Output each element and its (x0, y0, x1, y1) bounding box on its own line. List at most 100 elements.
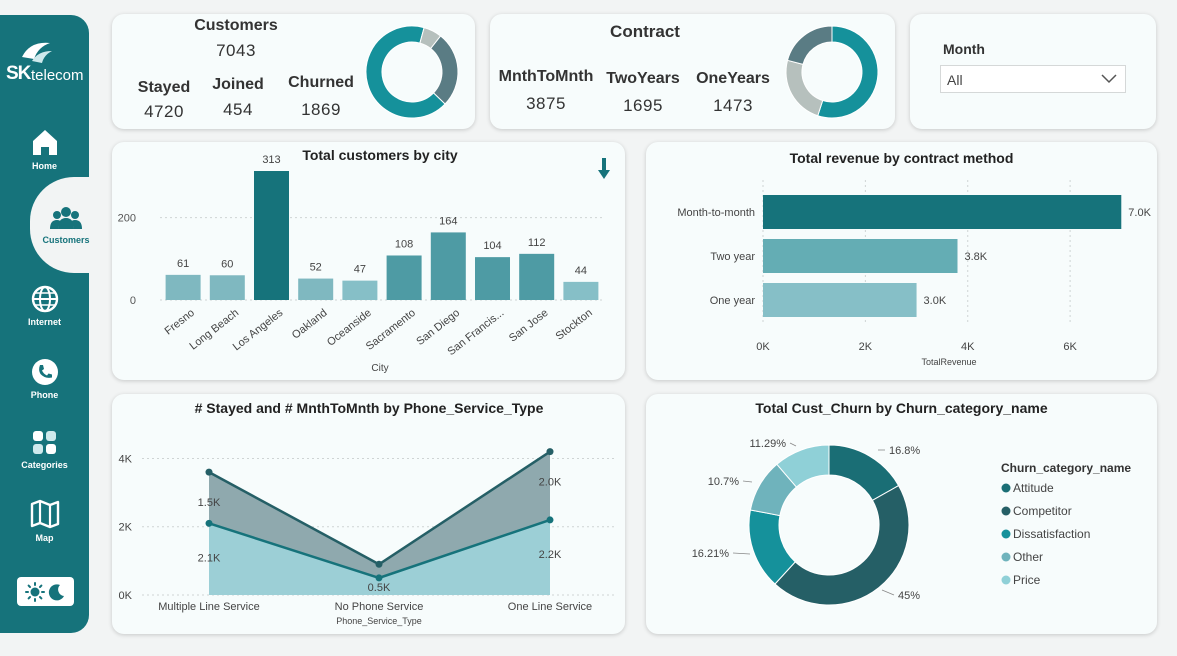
nav-map[interactable]: Map (0, 499, 89, 543)
series-2-value-label: 0.5K (368, 582, 391, 594)
bar-value-label: 3.0K (924, 295, 947, 307)
city-bar[interactable] (209, 275, 245, 300)
city-bar[interactable] (386, 255, 422, 300)
x-tick-label: Oakland (290, 307, 330, 342)
series-1-point[interactable] (375, 560, 383, 568)
joined-value: 454 (223, 100, 253, 119)
legend-title: Churn_category_name (1001, 461, 1131, 475)
y-tick-label: 0 (130, 295, 136, 307)
series-2-point[interactable] (205, 519, 213, 527)
x-tick-label: Fresno (163, 307, 197, 338)
city-bar[interactable] (475, 257, 510, 300)
stayed-label: Stayed (137, 79, 191, 96)
bar-value-label: 164 (439, 215, 457, 227)
month-slicer-label: Month (943, 41, 985, 57)
city-bar[interactable] (563, 281, 599, 300)
chevron-down-icon (1101, 74, 1117, 84)
bar-value-label: 3.8K (965, 251, 988, 263)
x-tick-label: San Jose (507, 307, 551, 345)
y-tick-label: 2K (119, 522, 133, 534)
city-bar[interactable] (430, 232, 466, 300)
one-years-label: OneYears (696, 70, 770, 87)
month-dropdown[interactable]: All (940, 65, 1126, 93)
city-bar[interactable] (165, 274, 201, 300)
y-tick-label: 4K (119, 453, 133, 465)
series-1-value-label: 2.0K (539, 477, 562, 489)
legend-marker (1001, 506, 1011, 516)
city-bar[interactable] (298, 278, 334, 300)
slice-value-label: 11.29% (750, 438, 787, 450)
y-tick-label: One year (710, 295, 756, 307)
x-axis-title: City (371, 363, 388, 374)
phone-area-chart: 0K 2K 4K 1.5K 2.0K 2.1K 0.5K 2.2K Multiple Line … (119, 448, 617, 626)
x-tick-label: Multiple Line Service (158, 601, 260, 613)
customers-title: Customers (194, 17, 278, 34)
series-1-value-label: 1.5K (198, 497, 221, 509)
churned-value: 1869 (301, 100, 341, 119)
legend-label[interactable]: Dissatisfaction (1013, 527, 1090, 541)
joined-label: Joined (212, 76, 264, 93)
city-bar[interactable] (254, 171, 289, 300)
y-tick-label: 0K (119, 590, 133, 602)
slice-value-label: 45% (898, 590, 920, 602)
series-1-point[interactable] (205, 468, 213, 476)
x-tick-label: Stockton (554, 307, 595, 343)
nav-categories[interactable]: Categories (0, 430, 89, 470)
month-dropdown-value: All (947, 72, 963, 88)
legend-label[interactable]: Attitude (1013, 481, 1054, 495)
legend-label[interactable]: Other (1013, 550, 1043, 564)
y-tick-label: 200 (118, 213, 136, 225)
legend-label[interactable]: Competitor (1013, 504, 1072, 518)
revenue-bar-chart: 0K 2K 4K 6K Month-to-month 7.0K Two year 3.8K On… (677, 180, 1152, 367)
x-tick-label: 0K (756, 341, 770, 353)
city-bar-chart: 020061Fresno60Long Beach313Los Angeles52… (118, 154, 602, 374)
churn-donut-chart: 16.8% 45% 16.21% 10.7% 11.29% Churn_category_… (692, 438, 1131, 606)
x-tick-label: 2K (859, 341, 873, 353)
leader-line (742, 480, 753, 483)
nav-internet[interactable]: Internet (0, 285, 89, 327)
theme-toggle[interactable] (17, 577, 74, 606)
customers-donut-slice[interactable] (429, 35, 459, 105)
x-tick-label: Sacramento (364, 307, 418, 353)
slice-value-label: 16.8% (889, 445, 920, 457)
churn-donut-slice[interactable] (774, 484, 910, 606)
legend-marker (1001, 483, 1011, 493)
contract-title: Contract (610, 22, 680, 41)
contract-kpi-card: Contract MnthToMnth 3875 TwoYears 1695 O… (490, 14, 895, 129)
legend-marker (1001, 552, 1011, 562)
home-icon (32, 130, 57, 155)
city-bar[interactable] (342, 280, 378, 300)
phone-icon (31, 359, 58, 385)
nav-home[interactable]: Home (0, 127, 89, 171)
bar-value-label: 313 (262, 154, 280, 166)
revenue-bar[interactable] (763, 283, 917, 317)
stayed-value: 4720 (144, 102, 184, 121)
bar-value-label: 7.0K (1128, 207, 1151, 219)
series-1-point[interactable] (546, 448, 554, 456)
contract-donut-slice[interactable] (786, 25, 833, 65)
customers-donut-chart (365, 25, 459, 119)
customers-total: 7043 (216, 41, 256, 60)
nav-customers[interactable]: Customers (30, 177, 102, 273)
sk-telecom-logo: SK telecom (4, 39, 86, 89)
nav-phone[interactable]: Phone (0, 358, 89, 400)
contract-donut-chart (785, 25, 879, 119)
moon-icon (49, 583, 65, 600)
churn-chart-card: Total Cust_Churn by Churn_category_name … (646, 394, 1157, 634)
legend-label[interactable]: Price (1013, 573, 1041, 587)
series-2-point[interactable] (375, 574, 383, 582)
revenue-bar[interactable] (763, 195, 1122, 229)
slice-value-label: 10.7% (708, 476, 739, 488)
series-2-point[interactable] (546, 516, 554, 524)
bar-value-label: 112 (528, 237, 546, 249)
city-bar[interactable] (519, 253, 555, 300)
contract-donut-slice[interactable] (785, 59, 824, 117)
series-2-value-label: 2.1K (198, 552, 221, 564)
customers-kpi-card: Customers 7043 Stayed 4720 Joined 454 Ch… (112, 14, 475, 129)
bar-value-label: 104 (483, 240, 501, 252)
m2m-label: MnthToMnth (498, 68, 594, 85)
x-tick-label: 4K (961, 341, 975, 353)
users-icon (50, 207, 82, 229)
two-years-label: TwoYears (606, 70, 680, 87)
revenue-bar[interactable] (763, 239, 958, 273)
